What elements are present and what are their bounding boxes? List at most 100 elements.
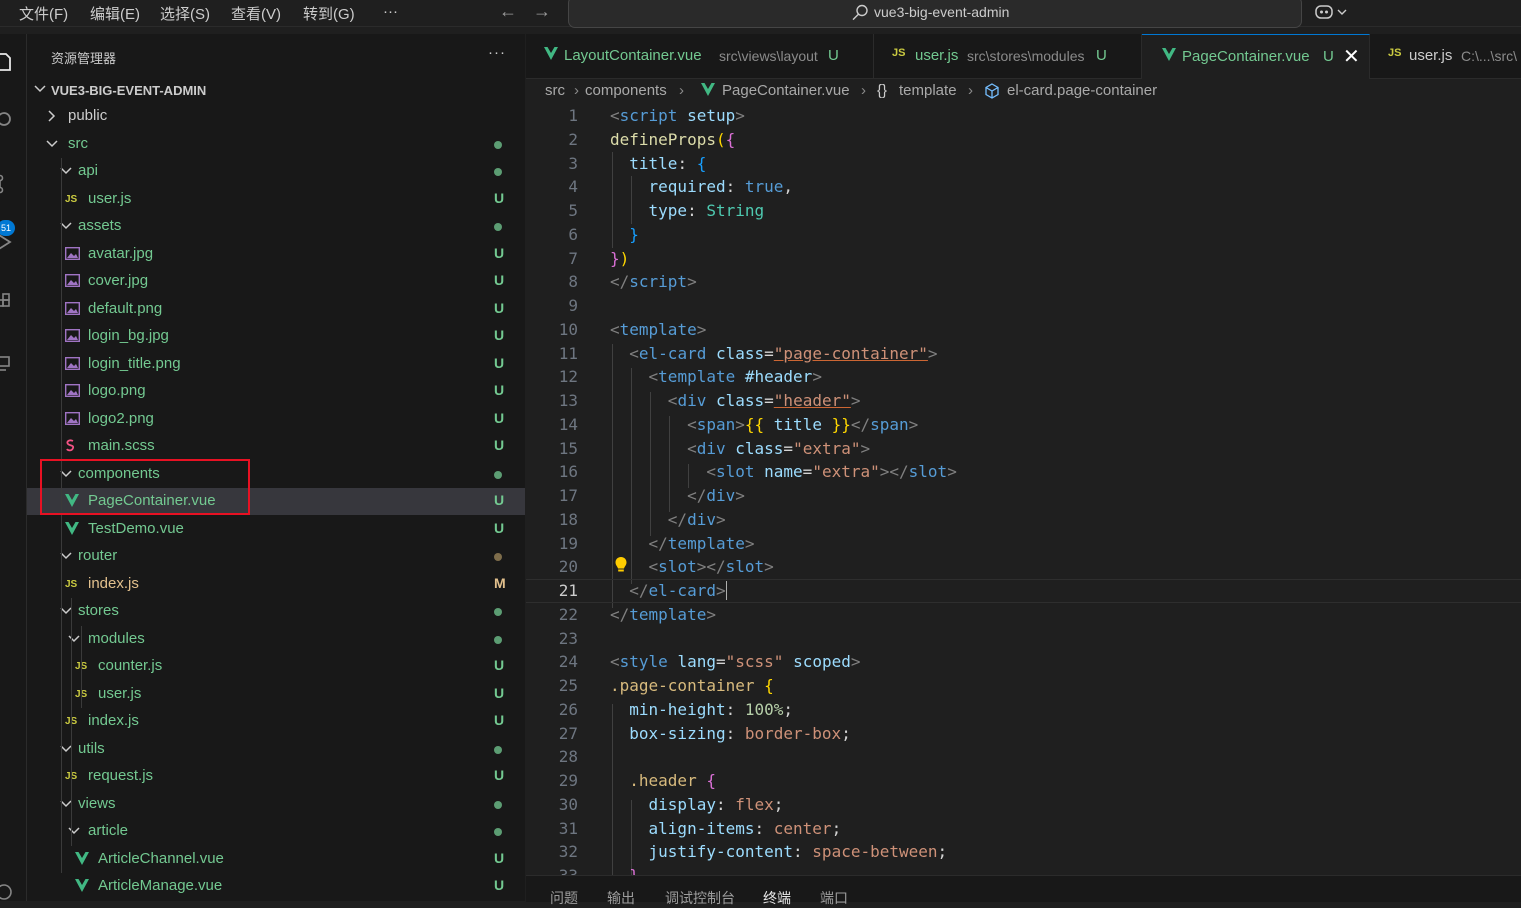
close-icon[interactable]: ✕ <box>1343 44 1360 69</box>
tree-file[interactable]: avatar.jpg U <box>27 241 525 268</box>
menu-edit[interactable]: 编辑(E) <box>90 3 140 24</box>
code-line: 1 <script setup> <box>526 104 1521 128</box>
tree-folder[interactable]: assets <box>27 213 525 240</box>
menu-more[interactable]: ··· <box>383 3 398 20</box>
tree-file[interactable]: TestDemo.vue U <box>27 516 525 543</box>
breadcrumb-item[interactable]: template <box>899 82 957 99</box>
code-line: 33 } <box>526 864 1521 875</box>
chevron-down-icon[interactable] <box>67 824 81 838</box>
git-status-badge: U <box>494 272 505 288</box>
tree-folder[interactable]: modules <box>27 626 525 653</box>
tree-file[interactable]: ArticleChannel.vue U <box>27 846 525 873</box>
tab-status: U <box>1323 48 1334 65</box>
back-arrow-icon[interactable]: ← <box>499 1 517 22</box>
tree-file[interactable]: JSuser.jsU <box>27 681 525 708</box>
tab-user-js-stores[interactable]: JS user.js src\stores\modules U <box>874 34 1142 78</box>
tree-file[interactable]: ArticleManage.vue U <box>27 873 525 900</box>
tab-layout-container[interactable]: LayoutContainer.vue src\views\layout U <box>526 34 874 78</box>
tree-file[interactable]: JSrequest.jsU <box>27 763 525 790</box>
chevron-right-icon[interactable] <box>45 109 59 123</box>
code-line: 17 </div> <box>526 484 1521 508</box>
breadcrumb-item[interactable]: components <box>585 82 667 99</box>
tree-folder[interactable]: src <box>27 131 525 158</box>
tree-file[interactable]: login_title.png U <box>27 351 525 378</box>
breadcrumb-item[interactable]: src <box>545 82 565 99</box>
tree-file[interactable]: JSindex.jsU <box>27 708 525 735</box>
tree-folder[interactable]: public <box>27 103 525 130</box>
indent-guide <box>61 158 62 873</box>
tree-folder[interactable]: router <box>27 543 525 570</box>
tree-folder[interactable]: stores <box>27 598 525 625</box>
code-line: 5 type: String <box>526 199 1521 223</box>
menu-view[interactable]: 查看(V) <box>231 3 281 24</box>
tree-file[interactable]: cover.jpg U <box>27 268 525 295</box>
chevron-down-icon[interactable] <box>33 82 47 96</box>
explorer-icon[interactable] <box>0 52 14 72</box>
tree-file[interactable]: JScounter.jsU <box>27 653 525 680</box>
search-view-icon[interactable] <box>0 110 14 130</box>
panel-tab-debug-console[interactable]: 调试控制台 <box>665 888 735 908</box>
tree-file[interactable]: main.scss U <box>27 433 525 460</box>
breadcrumb-item[interactable]: el-card.page-container <box>1007 82 1157 99</box>
line-number: 5 <box>568 201 578 220</box>
line-number: 11 <box>558 343 578 363</box>
panel-tab-output[interactable]: 输出 <box>607 888 635 908</box>
tree-file[interactable]: JSuser.jsU <box>27 186 525 213</box>
git-status-dot <box>494 800 502 809</box>
account-icon[interactable] <box>0 882 14 902</box>
line-number: 33 <box>526 864 578 875</box>
panel-tab-ports[interactable]: 端口 <box>820 888 848 908</box>
forward-arrow-icon[interactable]: → <box>533 1 551 22</box>
vue-file-icon <box>701 83 715 100</box>
code-line: 2 defineProps({ <box>526 128 1521 152</box>
menu-go[interactable]: 转到(G) <box>303 3 355 24</box>
panel-tab-problems[interactable]: 问题 <box>550 888 578 908</box>
source-control-icon[interactable] <box>0 174 14 194</box>
tree-file[interactable]: JS index.js M <box>27 571 525 598</box>
line-number: 14 <box>558 414 578 434</box>
chevron-down-icon[interactable] <box>67 632 81 646</box>
tree-file[interactable]: default.png U <box>27 296 525 323</box>
vue-file-icon <box>65 521 79 538</box>
tree-item-label: main.scss <box>88 437 155 454</box>
code-line: 23 <box>526 627 1521 651</box>
tree-folder[interactable]: api <box>27 158 525 185</box>
tree-folder[interactable]: article <box>27 818 525 845</box>
tab-user-js-src[interactable]: JS user.js C:\...\src\ <box>1370 34 1521 78</box>
line-number: 15 <box>558 438 578 458</box>
line-number: 29 <box>558 771 578 790</box>
line-number: 30 <box>558 794 578 814</box>
extensions-icon[interactable] <box>0 292 14 312</box>
code-text: <slot name="extra"></slot> <box>706 462 957 482</box>
code-text: .page-container { <box>610 676 774 695</box>
line-number: 1 <box>568 106 578 125</box>
explorer-more-actions[interactable]: ··· <box>488 44 506 61</box>
tree-item-label: default.png <box>88 299 163 317</box>
tab-page-container[interactable]: PageContainer.vue U ✕ <box>1142 34 1370 79</box>
tree-folder[interactable]: utils <box>27 736 525 763</box>
copilot-icon[interactable] <box>1314 3 1348 24</box>
run-debug-icon[interactable] <box>0 232 14 252</box>
code-text: <el-card class="page-container"> <box>629 343 938 363</box>
remote-explorer-icon[interactable] <box>0 354 14 374</box>
chevron-down-icon[interactable] <box>45 137 59 151</box>
line-number: 12 <box>558 367 578 387</box>
menu-selection[interactable]: 选择(S) <box>160 3 210 24</box>
code-text: type: String <box>648 201 765 220</box>
tree-file[interactable]: logo2.png U <box>27 406 525 433</box>
breadcrumb-item[interactable]: PageContainer.vue <box>722 82 850 99</box>
tab-label: user.js <box>1409 47 1453 64</box>
git-status-badge: U <box>494 327 505 343</box>
line-number: 27 <box>558 723 578 743</box>
command-center-search[interactable]: vue3-big-event-admin <box>568 0 1302 28</box>
menu-file[interactable]: 文件(F) <box>19 3 68 24</box>
tree-file[interactable]: logo.png U <box>27 378 525 405</box>
panel-tab-terminal[interactable]: 终端 <box>763 888 791 908</box>
tree-folder[interactable]: views <box>27 791 525 818</box>
tree-file[interactable]: login_bg.jpg U <box>27 323 525 350</box>
code-editor[interactable]: 1 <script setup> 2 defineProps({3 title: {4… <box>526 104 1521 875</box>
image-file-icon <box>64 273 81 290</box>
panel-tabs: 问题 输出 调试控制台 终端 端口 <box>526 875 1521 906</box>
workspace-root-folder[interactable]: VUE3-BIG-EVENT-ADMIN <box>51 83 206 98</box>
tree-item-label: index.js <box>88 712 139 729</box>
